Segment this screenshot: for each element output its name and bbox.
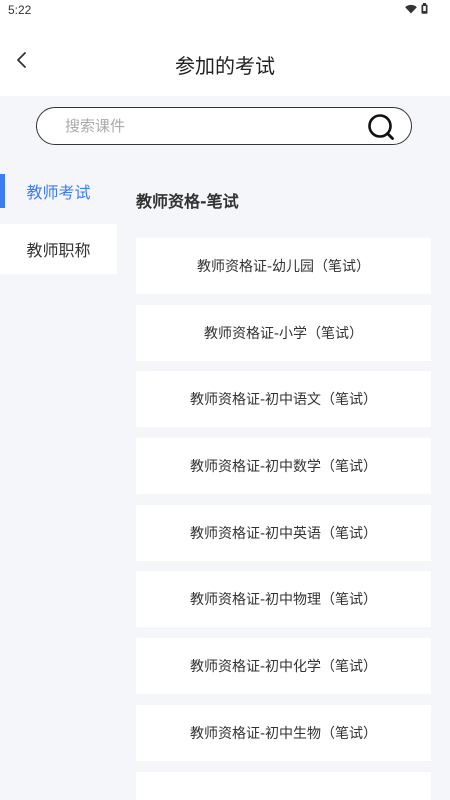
list-item-label: 教师资格证-小学（笔试） [203, 325, 364, 342]
sidebar-item-label: 教师职称 [26, 241, 91, 260]
sidebar: 教师考试 教师职称 [0, 166, 117, 800]
list-item[interactable]: 教师资格证-初中化学（笔试） [136, 638, 431, 695]
wifi-icon [405, 4, 417, 13]
exam-list: 教师资格证-幼儿园（笔试） 教师资格证-小学（笔试） 教师资格证-初中语文（笔试… [136, 238, 431, 800]
list-item[interactable] [136, 771, 431, 800]
list-item[interactable]: 教师资格证-小学（笔试） [136, 304, 431, 361]
header: 参加的考试 [0, 20, 450, 96]
list-item-label: 教师资格证-初中英语（笔试） [189, 525, 378, 542]
page-title: 参加的考试 [175, 54, 275, 78]
list-item[interactable]: 教师资格证-初中物理（笔试） [136, 571, 431, 628]
search-box [36, 107, 412, 145]
list-item[interactable]: 教师资格证-初中语文（笔试） [136, 371, 431, 428]
list-item[interactable]: 教师资格证-初中生物（笔试） [136, 704, 431, 761]
list-item-label: 教师资格证-初中语文（笔试） [189, 392, 378, 409]
list-item[interactable]: 教师资格证-幼儿园（笔试） [136, 238, 431, 294]
list-item-label: 教师资格证-初中生物（笔试） [189, 725, 378, 742]
search-input[interactable] [65, 114, 355, 138]
list-item-label: 教师资格证-幼儿园（笔试） [196, 259, 371, 275]
list-item[interactable]: 教师资格证-初中英语（笔试） [136, 504, 431, 561]
search-button[interactable] [367, 113, 395, 141]
main-content: 教师资格-笔试 教师资格证-幼儿园（笔试） 教师资格证-小学（笔试） 教师资格证… [117, 166, 450, 800]
status-icons [405, 3, 428, 14]
list-item-label: 教师资格证-初中物理（笔试） [189, 592, 378, 609]
status-time: 5:22 [8, 3, 32, 17]
sidebar-item-teacher-exam[interactable]: 教师考试 [0, 166, 117, 216]
section-title: 教师资格-笔试 [136, 192, 239, 211]
sidebar-item-teacher-title[interactable]: 教师职称 [0, 224, 117, 274]
search-icon [368, 114, 394, 140]
search-area [0, 96, 450, 166]
sidebar-item-label: 教师考试 [26, 183, 91, 202]
status-bar: 5:22 [0, 0, 450, 20]
list-item[interactable]: 教师资格证-初中数学（笔试） [136, 438, 431, 495]
list-item-label: 教师资格证-初中数学（笔试） [189, 459, 378, 476]
list-item-label: 教师资格证-初中化学（笔试） [189, 659, 378, 676]
battery-icon [421, 3, 428, 14]
